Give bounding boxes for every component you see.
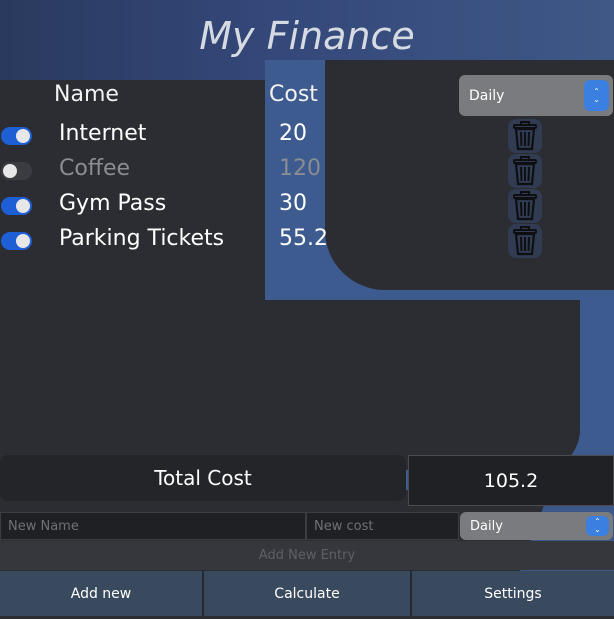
- add-new-button[interactable]: Add new: [0, 571, 204, 616]
- background-inner-lower: [265, 300, 580, 470]
- up-down-chevron-icon[interactable]: ⌃ ⌄: [584, 80, 609, 111]
- delete-entry-button[interactable]: [508, 224, 542, 258]
- calculate-button[interactable]: Calculate: [204, 571, 412, 616]
- entry-name: Parking Tickets: [59, 226, 225, 251]
- list-item: Gym Pass 30: [0, 189, 614, 224]
- entry-cost: 20: [279, 121, 307, 146]
- delete-entry-button[interactable]: [508, 189, 542, 223]
- new-period-select[interactable]: Daily ⌃ ⌄: [460, 512, 613, 540]
- trash-icon: [513, 191, 537, 221]
- trash-icon: [513, 156, 537, 186]
- add-new-entry-button[interactable]: Add New Entry: [0, 541, 614, 570]
- period-select-value: Daily: [469, 87, 505, 104]
- column-header-name: Name: [54, 82, 119, 107]
- entry-toggle[interactable]: [1, 162, 32, 180]
- up-down-chevron-icon[interactable]: ⌃ ⌄: [586, 516, 609, 536]
- period-select[interactable]: Daily ⌃ ⌄: [459, 75, 613, 116]
- new-cost-input[interactable]: [306, 512, 459, 540]
- total-cost-label: Total Cost: [0, 455, 406, 501]
- column-header-cost: Cost: [269, 82, 318, 107]
- toggle-knob: [16, 199, 30, 213]
- entry-cost: 55.2: [279, 226, 328, 251]
- delete-entry-button[interactable]: [508, 154, 542, 188]
- list-item: Internet 20: [0, 119, 614, 154]
- entry-cost: 30: [279, 191, 307, 216]
- settings-button[interactable]: Settings: [412, 571, 614, 616]
- trash-icon: [513, 226, 537, 256]
- app-title: My Finance: [199, 14, 415, 58]
- app-window: My Finance Name Cost Daily ⌃ ⌄ Internet 2…: [0, 0, 614, 619]
- entry-name: Gym Pass: [59, 191, 167, 216]
- list-item: Coffee 120: [0, 154, 614, 189]
- total-cost-value: 105.2: [408, 455, 614, 506]
- entry-name: Internet: [59, 121, 147, 146]
- entry-toggle[interactable]: [1, 127, 32, 145]
- toggle-knob: [16, 234, 30, 248]
- toggle-knob: [3, 164, 17, 178]
- entry-toggle[interactable]: [1, 197, 32, 215]
- entry-cost: 120: [279, 156, 321, 181]
- entry-name: Coffee: [59, 156, 131, 181]
- delete-entry-button[interactable]: [508, 119, 542, 153]
- toggle-knob: [16, 129, 30, 143]
- entry-toggle[interactable]: [1, 232, 32, 250]
- new-name-input[interactable]: [0, 512, 306, 540]
- list-item: Parking Tickets 55.2: [0, 224, 614, 259]
- new-period-select-value: Daily: [470, 518, 503, 534]
- trash-icon: [513, 121, 537, 151]
